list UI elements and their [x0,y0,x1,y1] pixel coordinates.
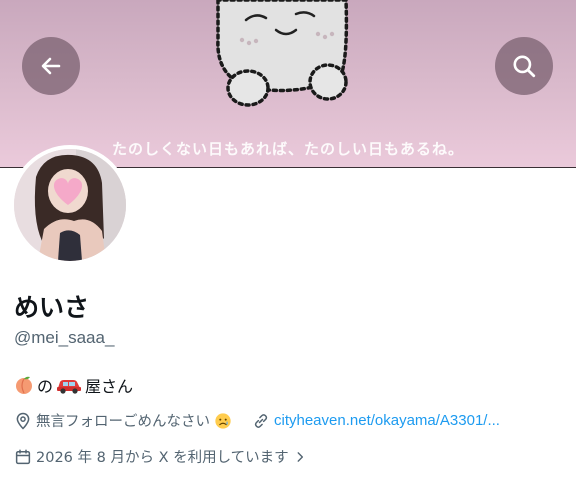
link-icon [254,413,268,428]
profile-bio: の 屋さん [14,373,133,397]
chevron-right-icon [297,451,303,462]
website-link-item[interactable]: cityheaven.net/okayama/A3301/... [252,412,500,430]
arrow-left-icon [41,57,61,75]
search-icon [513,55,536,78]
website-link[interactable]: cityheaven.net/okayama/A3301/... [274,412,500,429]
avatar-image [14,149,126,261]
user-handle: @mei_saaa_ [14,328,115,347]
bio-text-shop: 屋さん [85,377,134,396]
profile-meta-row: 無言フォローごめんなさい cityheaven.net/okayama/A330… [14,410,500,431]
back-button[interactable] [22,37,80,95]
location-text: 無言フォローごめんなさい [36,414,210,430]
joined-item[interactable]: 2026 年 8 月から X を利用しています [14,446,307,467]
profile-banner[interactable]: たのしくない日もあれば、たのしい日もあるね。 [0,0,576,168]
search-button[interactable] [495,37,553,95]
calendar-icon [15,449,31,464]
avatar-photo-icon [14,149,126,261]
display-name: めいさ [14,293,90,322]
joined-row[interactable]: 2026 年 8 月から X を利用しています [14,446,307,467]
bio-text-no: の [37,377,54,396]
location-item: 無言フォローごめんなさい [14,410,232,431]
avatar[interactable] [10,145,130,265]
sad-face-emoji [215,412,231,429]
peach-emoji [16,376,32,394]
car-emoji [57,380,82,394]
joined-text: 2026 年 8 月から X を利用しています [36,450,289,466]
location-pin-icon [16,412,30,430]
